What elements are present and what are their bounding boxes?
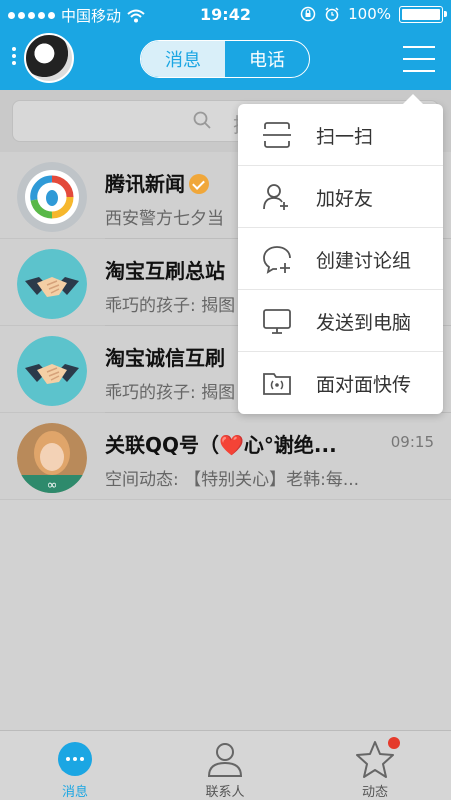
conversation-name: 关联QQ号（❤️心°谢绝... — [105, 433, 337, 457]
avatar — [24, 33, 74, 83]
tab-calls[interactable]: 电话 — [225, 41, 309, 77]
message-bubble-icon — [58, 742, 92, 776]
conversation-name: 淘宝诚信互刷 — [105, 346, 225, 370]
face-transfer-icon — [263, 373, 291, 395]
conversation-item[interactable]: ∞ 关联QQ号（❤️心°谢绝... 09:15 空间动态: 【特别关心】老韩:每… — [0, 413, 451, 500]
notification-badge — [388, 737, 400, 749]
more-dropdown-menu: 扫一扫 加好友 创建讨论组 发送到电脑 面对面快传 — [238, 94, 443, 414]
more-menu-button[interactable] — [403, 46, 435, 72]
conversation-name: 淘宝互刷总站 — [105, 259, 225, 283]
avatar — [17, 249, 87, 319]
computer-icon — [263, 309, 291, 334]
conversation-name: 腾讯新闻 — [105, 168, 209, 197]
search-icon — [193, 111, 211, 129]
status-bar: 中国移动 19:42 100% — [0, 0, 451, 30]
tab-bar-contacts[interactable]: 联系人 — [150, 731, 300, 800]
menu-item-face-transfer[interactable]: 面对面快传 — [238, 352, 443, 414]
svg-text:∞: ∞ — [47, 478, 58, 493]
conversation-preview: 乖巧的孩子: 揭图 — [105, 296, 236, 316]
avatar — [17, 336, 87, 406]
conversation-preview: 乖巧的孩子: 揭图 — [105, 383, 236, 403]
menu-item-send-to-computer[interactable]: 发送到电脑 — [238, 290, 443, 352]
profile-avatar-button[interactable] — [12, 33, 76, 85]
conversation-preview: 空间动态: 【特别关心】老韩:每... — [105, 470, 360, 490]
avatar: ∞ — [17, 423, 87, 493]
scan-icon — [263, 122, 291, 148]
battery-icon — [399, 5, 447, 23]
tab-bar-messages[interactable]: 消息 — [0, 731, 150, 800]
top-bar: 中国移动 19:42 100% 消息 电话 — [0, 0, 451, 90]
alarm-icon — [325, 7, 339, 22]
menu-item-scan[interactable]: 扫一扫 — [238, 104, 443, 166]
add-friend-icon — [263, 184, 288, 210]
bottom-tab-bar: 消息 联系人 动态 — [0, 730, 451, 800]
drawer-dots-icon — [12, 47, 16, 65]
menu-item-create-group[interactable]: 创建讨论组 — [238, 228, 443, 290]
tab-bar-feed[interactable]: 动态 — [300, 731, 450, 800]
tab-messages[interactable]: 消息 — [141, 41, 225, 77]
battery-percent: 100% — [348, 5, 391, 23]
menu-item-add-friend[interactable]: 加好友 — [238, 166, 443, 228]
conversation-preview: 西安警方七夕当 — [105, 209, 224, 229]
rotation-lock-icon — [300, 6, 316, 22]
avatar — [17, 162, 87, 232]
conversation-time: 09:15 — [390, 433, 434, 451]
verified-icon — [189, 173, 209, 194]
message-call-segmented-control: 消息 电话 — [140, 40, 310, 78]
create-group-icon — [263, 246, 291, 274]
contacts-icon — [207, 743, 243, 777]
